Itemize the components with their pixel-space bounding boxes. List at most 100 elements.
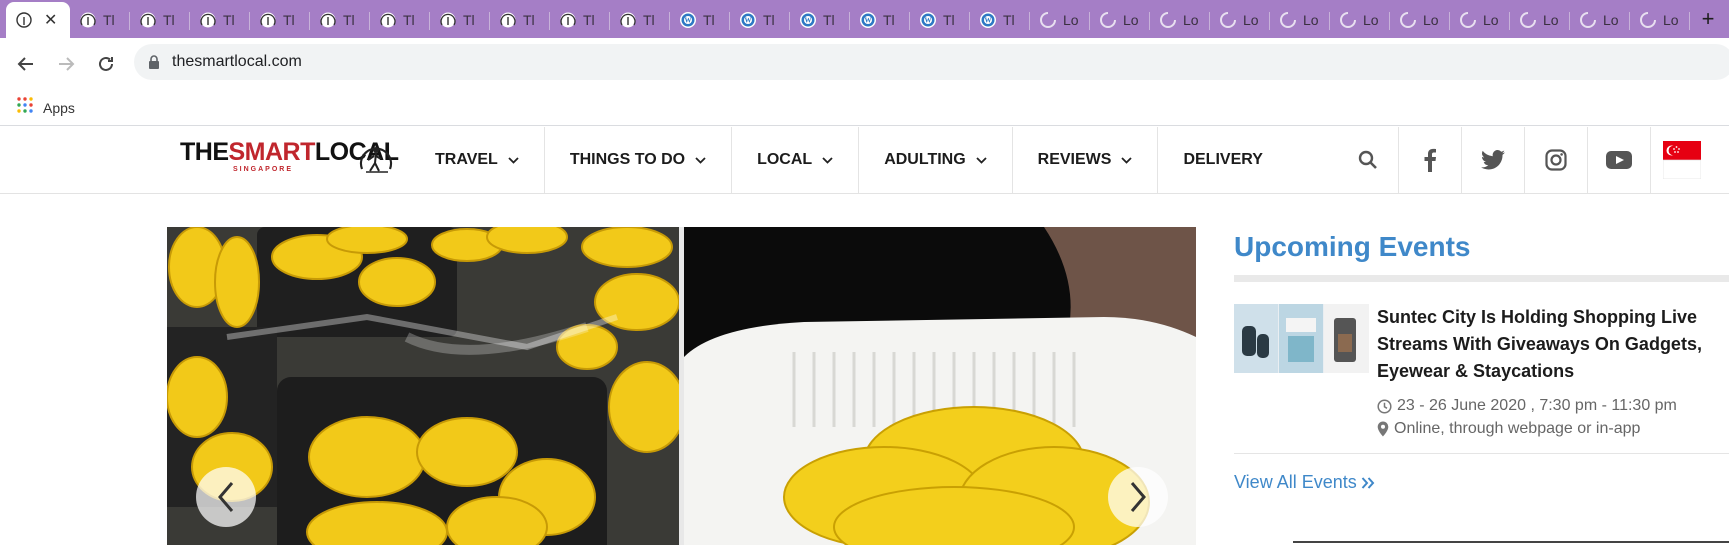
browser-tab[interactable]: Lo (1090, 2, 1150, 38)
browser-tab[interactable]: W Tl (910, 2, 970, 38)
wordpress-icon: W (979, 11, 997, 29)
logo-emblem-icon (359, 147, 393, 173)
double-chevron-right-icon (1361, 476, 1375, 489)
reload-button[interactable] (88, 46, 124, 82)
tab-active[interactable]: ✕ (6, 2, 70, 38)
site-header: THESMARTLOCAL SINGAPORE TRAVEL THINGS TO … (0, 127, 1729, 194)
tab-list: Tl Tl Tl Tl Tl Tl Tl Tl Tl Tl W Tl W Tl W Tl W Tl W Tl W Tl Lo… (70, 2, 1690, 38)
nav-item-adulting[interactable]: ADULTING (859, 127, 1013, 193)
tab-title: Tl (103, 12, 115, 28)
event-item[interactable]: Suntec City Is Holding Shopping Live Str… (1234, 304, 1729, 454)
bookmarks-bar: Apps (0, 90, 1729, 126)
browser-tab[interactable]: Lo (1570, 2, 1630, 38)
browser-tab[interactable]: Lo (1030, 2, 1090, 38)
nav-item-things-to-do[interactable]: THINGS TO DO (545, 127, 733, 193)
wordpress-icon: W (919, 11, 937, 29)
apps-grid-icon[interactable] (17, 97, 33, 118)
browser-tab[interactable]: Lo (1210, 2, 1270, 38)
youtube-link[interactable] (1587, 127, 1650, 193)
browser-tab[interactable]: Tl (430, 2, 490, 38)
wordpress-icon: W (739, 11, 757, 29)
widget-heading: Upcoming Events (1234, 231, 1471, 262)
browser-tab[interactable]: Tl (70, 2, 130, 38)
new-tab-button[interactable]: + (1695, 6, 1721, 32)
tab-strip: ✕ Tl Tl Tl Tl Tl Tl Tl Tl Tl Tl W Tl W Tl W Tl W Tl W Tl W Tl… (0, 0, 1729, 38)
tab-title: Tl (763, 12, 775, 28)
tab-title: Lo (1483, 12, 1499, 28)
loading-spinner-icon (1639, 11, 1657, 29)
wordpress-icon: W (799, 11, 817, 29)
singapore-flag-icon (1663, 141, 1701, 179)
browser-tab[interactable]: Tl (190, 2, 250, 38)
tab-title: Tl (823, 12, 835, 28)
address-bar[interactable]: thesmartlocal.com (134, 44, 1729, 80)
event-thumbnail[interactable] (1234, 304, 1369, 373)
tab-title: Lo (1303, 12, 1319, 28)
clock-icon (1377, 398, 1392, 414)
tab-title: Lo (1123, 12, 1139, 28)
search-button[interactable] (1338, 127, 1398, 193)
view-all-events-link[interactable]: View All Events (1234, 472, 1729, 493)
site-logo[interactable]: THESMARTLOCAL SINGAPORE (180, 139, 399, 183)
nav-item-local[interactable]: LOCAL (732, 127, 860, 193)
browser-tab[interactable]: Lo (1630, 2, 1690, 38)
reload-icon (99, 56, 113, 71)
tsl-icon (199, 11, 217, 29)
apps-bookmark[interactable]: Apps (43, 100, 75, 116)
tsl-icon (15, 11, 33, 29)
browser-tab[interactable]: W Tl (850, 2, 910, 38)
carousel-prev-button[interactable] (196, 467, 256, 527)
browser-tab[interactable]: Lo (1150, 2, 1210, 38)
browser-tab[interactable]: Tl (310, 2, 370, 38)
back-arrow-icon (17, 57, 33, 71)
tsl-icon (139, 11, 157, 29)
browser-tab[interactable]: Tl (130, 2, 190, 38)
carousel-next-button[interactable] (1108, 467, 1168, 527)
svg-text:W: W (925, 17, 932, 25)
tab-title: Lo (1363, 12, 1379, 28)
facebook-link[interactable] (1398, 127, 1461, 193)
tab-title: Lo (1243, 12, 1259, 28)
nav-item-reviews[interactable]: REVIEWS (1013, 127, 1159, 193)
browser-tab[interactable]: W Tl (970, 2, 1030, 38)
browser-tab[interactable]: Tl (370, 2, 430, 38)
upcoming-events-widget: Upcoming Events Suntec City Is Holding S… (1234, 227, 1729, 493)
twitter-link[interactable] (1461, 127, 1524, 193)
browser-tab[interactable]: W Tl (790, 2, 850, 38)
region-selector[interactable] (1650, 127, 1713, 193)
browser-tab[interactable]: Tl (490, 2, 550, 38)
browser-tab[interactable]: Tl (610, 2, 670, 38)
facebook-icon (1424, 148, 1436, 172)
nav-item-delivery[interactable]: DELIVERY (1158, 127, 1287, 193)
tab-title: Tl (703, 12, 715, 28)
browser-tab[interactable]: W Tl (670, 2, 730, 38)
tab-title: Lo (1663, 12, 1679, 28)
browser-tab[interactable]: Lo (1450, 2, 1510, 38)
tab-title: Lo (1063, 12, 1079, 28)
tsl-icon (379, 11, 397, 29)
close-tab-icon[interactable]: ✕ (44, 10, 57, 30)
back-button[interactable] (8, 46, 44, 82)
wordpress-icon: W (679, 11, 697, 29)
forward-button[interactable] (48, 46, 84, 82)
browser-tab[interactable]: Lo (1330, 2, 1390, 38)
instagram-link[interactable] (1524, 127, 1587, 193)
youtube-icon (1606, 151, 1632, 169)
browser-tab[interactable]: Tl (550, 2, 610, 38)
nav-item-travel[interactable]: TRAVEL (410, 127, 545, 193)
map-pin-icon (1377, 421, 1389, 437)
loading-spinner-icon (1399, 11, 1417, 29)
chevron-down-icon (695, 151, 706, 169)
browser-tab[interactable]: W Tl (730, 2, 790, 38)
tab-title: Tl (343, 12, 355, 28)
browser-tab[interactable]: Lo (1510, 2, 1570, 38)
browser-tab[interactable]: Lo (1390, 2, 1450, 38)
browser-tab[interactable]: Tl (250, 2, 310, 38)
browser-toolbar: thesmartlocal.com (0, 38, 1729, 90)
event-title[interactable]: Suntec City Is Holding Shopping Live Str… (1377, 304, 1707, 385)
tab-title: Tl (883, 12, 895, 28)
chevron-left-icon (218, 482, 234, 512)
browser-tab[interactable]: Lo (1270, 2, 1330, 38)
hero-carousel (167, 227, 1196, 545)
loading-spinner-icon (1519, 11, 1537, 29)
